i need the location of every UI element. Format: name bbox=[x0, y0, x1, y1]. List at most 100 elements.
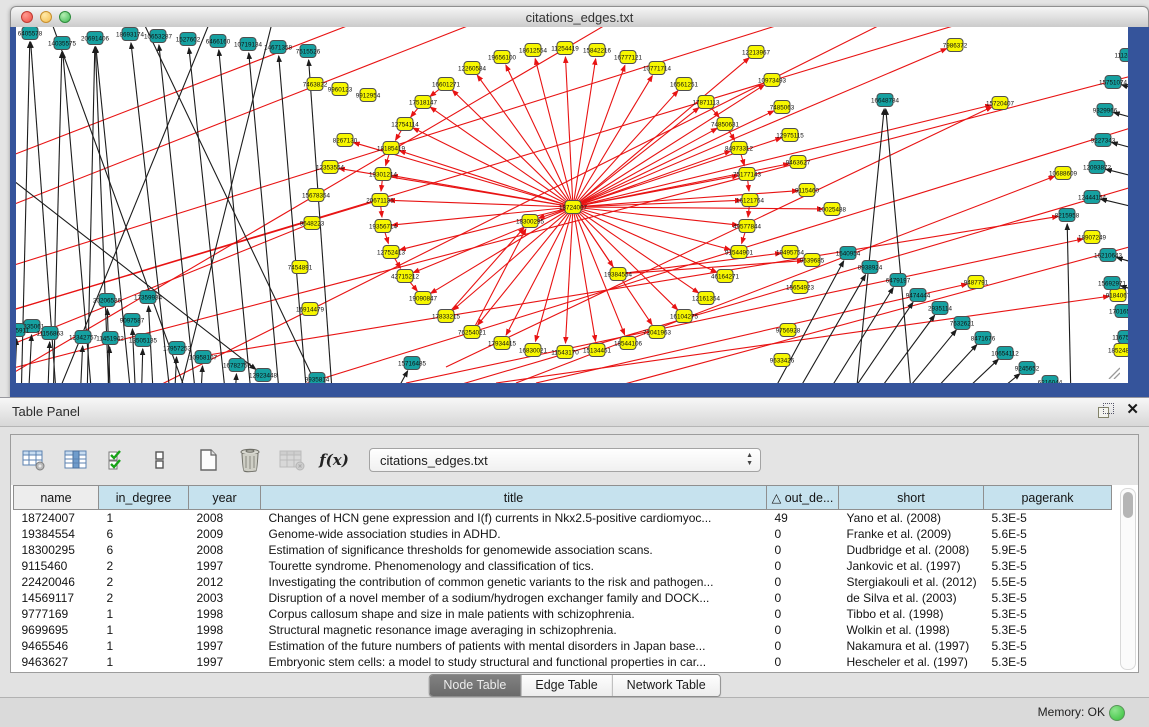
table-cell: Embryonic stem cells: a model to study s… bbox=[261, 654, 767, 670]
float-panel-icon[interactable] bbox=[1098, 403, 1113, 417]
table-cell: 5.3E-5 bbox=[984, 510, 1112, 527]
row-selection-icon[interactable] bbox=[105, 447, 131, 473]
graph-node-label: 9935814 bbox=[305, 376, 330, 383]
zoom-window-icon[interactable] bbox=[59, 11, 71, 23]
table-cell: 19384554 bbox=[14, 526, 99, 542]
table-row[interactable]: 1456911722003Disruption of a novel membe… bbox=[14, 590, 1112, 606]
table-cell: 18724007 bbox=[14, 510, 99, 527]
graph-node-label: 1527602 bbox=[176, 36, 201, 43]
column-header-out_de[interactable]: △ out_de... bbox=[767, 486, 839, 510]
minimize-window-icon[interactable] bbox=[40, 11, 52, 23]
table-row[interactable]: 1938455462009Genome-wide association stu… bbox=[14, 526, 1112, 542]
table-row[interactable]: 1872400712008Changes of HCN gene express… bbox=[14, 510, 1112, 527]
table-row[interactable]: 2242004622012Investigating the contribut… bbox=[14, 574, 1112, 590]
table-cell: de Silva et al. (2003) bbox=[839, 590, 984, 606]
column-header-name[interactable]: name bbox=[14, 486, 99, 510]
network-view-window: citations_edges.txt 64055781403557520691… bbox=[10, 6, 1149, 397]
graph-node-label: 17518147 bbox=[409, 99, 438, 106]
graph-node-label: 7632621 bbox=[950, 320, 975, 327]
table-cell: 0 bbox=[767, 590, 839, 606]
graph-node-label: 14671358 bbox=[264, 44, 293, 51]
graph-node-label: 12161354 bbox=[692, 295, 721, 302]
table-cell: 2003 bbox=[189, 590, 261, 606]
table-row[interactable]: 946554611997Estimation of the future num… bbox=[14, 638, 1112, 654]
close-window-icon[interactable] bbox=[21, 11, 33, 23]
graph-node-label: 17833215 bbox=[432, 313, 461, 320]
graph-node-label: 46164271 bbox=[711, 273, 740, 280]
scrollbar-thumb[interactable] bbox=[1123, 492, 1133, 518]
toggle-rows-icon[interactable] bbox=[147, 447, 173, 473]
graph-node-label: 15678354 bbox=[302, 192, 331, 199]
table-row[interactable]: 969969511998Structural magnetic resonanc… bbox=[14, 622, 1112, 638]
table-row[interactable]: 977716911998Corpus callosum shape and si… bbox=[14, 606, 1112, 622]
graph-node-label: 8938924 bbox=[858, 264, 883, 271]
column-header-title[interactable]: title bbox=[261, 486, 767, 510]
function-builder-icon[interactable]: f(x) bbox=[321, 447, 347, 473]
column-header-pagerank[interactable]: pagerank bbox=[984, 486, 1112, 510]
graph-node-label: 18544106 bbox=[614, 340, 643, 347]
column-header-year[interactable]: year bbox=[189, 486, 261, 510]
table-cell: 6 bbox=[99, 542, 189, 558]
graph-node-label: 9639685 bbox=[800, 257, 825, 264]
tab-network-table[interactable]: Network Table bbox=[612, 675, 720, 696]
graph-node-label: 10719134 bbox=[234, 41, 263, 48]
graph-node-label: 16121764 bbox=[736, 197, 765, 204]
graph-node-label: 8267130 bbox=[333, 137, 358, 144]
graph-node-label: 9633426 bbox=[770, 357, 795, 364]
table-cell: 9699695 bbox=[14, 622, 99, 638]
graph-node-label: 19356714 bbox=[369, 223, 398, 230]
table-cell: 2008 bbox=[189, 510, 261, 527]
graph-node-label: 20206536 bbox=[93, 297, 122, 304]
graph-node-label: 19495754 bbox=[776, 249, 805, 256]
graph-node-label: 16914479 bbox=[296, 306, 325, 313]
table-cell: 5.3E-5 bbox=[984, 558, 1112, 574]
table-cell: 0 bbox=[767, 542, 839, 558]
network-canvas[interactable]: 6405578140355752069140618693174106532871… bbox=[16, 27, 1128, 383]
column-visibility-icon[interactable] bbox=[63, 447, 89, 473]
table-row[interactable]: 911546021997Tourette syndrome. Phenomeno… bbox=[14, 558, 1112, 574]
window-titlebar[interactable]: citations_edges.txt bbox=[10, 6, 1149, 29]
delete-table-icon[interactable] bbox=[237, 447, 263, 473]
table-selector-dropdown[interactable]: citations_edges.txt ▲▼ bbox=[369, 448, 761, 472]
graph-node-label: 84973312 bbox=[725, 145, 754, 152]
table-row[interactable]: 1830029562008Estimation of significance … bbox=[14, 542, 1112, 558]
new-table-icon[interactable] bbox=[195, 447, 221, 473]
memory-ok-icon[interactable] bbox=[1109, 705, 1125, 721]
graph-node-label: 11124927 bbox=[1114, 52, 1128, 59]
table-selector-value: citations_edges.txt bbox=[380, 453, 488, 468]
graph-node-label: 9474444 bbox=[906, 292, 931, 299]
resize-grip-icon[interactable] bbox=[1106, 367, 1120, 379]
table-cell: 5.3E-5 bbox=[984, 622, 1112, 638]
graph-node-label: 16104275 bbox=[670, 313, 699, 320]
table-cell: 1 bbox=[99, 606, 189, 622]
graph-node-label: 7463822 bbox=[303, 81, 328, 88]
table-cell: 5.5E-5 bbox=[984, 574, 1112, 590]
table-cell: 2009 bbox=[189, 526, 261, 542]
graph-node-label: 9487791 bbox=[964, 279, 989, 286]
table-row[interactable]: 946362711997Embryonic stem cells: a mode… bbox=[14, 654, 1112, 670]
close-panel-icon[interactable]: ✕ bbox=[1126, 403, 1139, 417]
graph-node-label: 19656100 bbox=[488, 54, 517, 61]
graph-node-label: 6479197 bbox=[886, 277, 911, 284]
table-cell: 0 bbox=[767, 638, 839, 654]
table-cell: Dudbridge et al. (2008) bbox=[839, 542, 984, 558]
column-header-short[interactable]: short bbox=[839, 486, 984, 510]
table-cell: 5.3E-5 bbox=[984, 590, 1112, 606]
graph-node-label: 2935114 bbox=[928, 305, 953, 312]
table-cell: Structural magnetic resonance image aver… bbox=[261, 622, 767, 638]
graph-node-label: 12093872 bbox=[1083, 164, 1112, 171]
graph-node-label: 9097587 bbox=[120, 317, 145, 324]
table-cell: 1 bbox=[99, 654, 189, 670]
table-scrollbar[interactable] bbox=[1120, 488, 1136, 670]
graph-node-label: 17871113 bbox=[692, 99, 720, 106]
network-nodes[interactable]: 6405578140355752069140618693174106532871… bbox=[16, 27, 1128, 383]
table-options-icon[interactable] bbox=[21, 447, 47, 473]
column-header-in_degree[interactable]: in_degree bbox=[99, 486, 189, 510]
tab-node-table[interactable]: Node Table bbox=[429, 675, 520, 696]
table-cell: 0 bbox=[767, 606, 839, 622]
table-cell: 1997 bbox=[189, 558, 261, 574]
node-table[interactable]: namein_degreeyeartitle△ out_de...shortpa… bbox=[13, 485, 1112, 670]
graph-node-label: 14035575 bbox=[48, 40, 77, 47]
tab-edge-table[interactable]: Edge Table bbox=[520, 675, 611, 696]
table-cell: 49 bbox=[767, 510, 839, 527]
